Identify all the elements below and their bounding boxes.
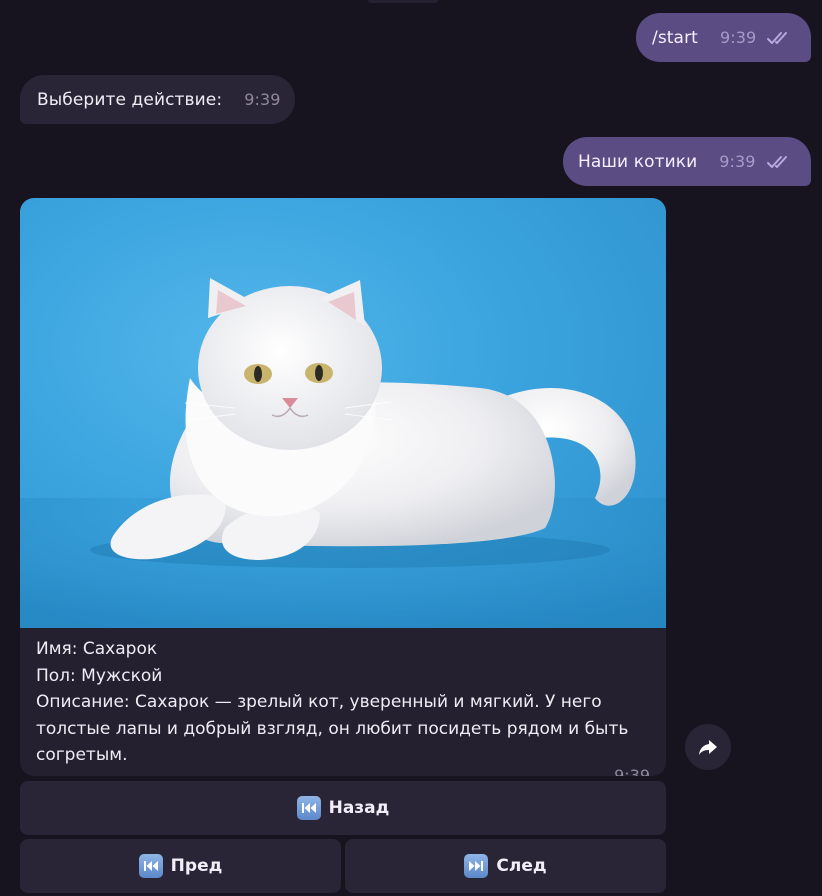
- message-text: Наши котики: [578, 151, 698, 172]
- outgoing-message-our-cats[interactable]: Наши котики 9:39: [563, 137, 811, 186]
- outgoing-message-start[interactable]: /start 9:39: [636, 13, 811, 62]
- message-text: /start: [652, 27, 698, 48]
- chat-window: /start 9:39 Выберите действие: 9:39 Наши…: [0, 0, 822, 896]
- rewind-icon: [138, 854, 163, 878]
- photo-message[interactable]: Имя: Сахарок Пол: Мужской Описание: Саха…: [20, 198, 666, 776]
- message-time: 9:39: [244, 90, 281, 109]
- share-button[interactable]: [685, 724, 731, 770]
- message-time: 9:39: [719, 28, 757, 47]
- back-button-label: Назад: [328, 798, 390, 818]
- back-button[interactable]: Назад: [20, 781, 666, 835]
- caption-description-line: толстые лапы и добрый взгляд, он любит п…: [36, 718, 629, 739]
- rewind-icon: [296, 796, 321, 820]
- next-button-label: След: [496, 856, 547, 876]
- read-double-check-icon: [766, 30, 794, 46]
- incoming-message-choose-action[interactable]: Выберите действие: 9:39: [20, 75, 295, 124]
- message-text: Выберите действие:: [37, 89, 223, 110]
- next-button[interactable]: След: [345, 839, 666, 893]
- photo-caption: Имя: Сахарок Пол: Мужской Описание: Саха…: [20, 628, 666, 776]
- prev-button[interactable]: Пред: [20, 839, 341, 893]
- previous-message-edge: [368, 0, 438, 3]
- caption-description-line: Описание: Сахарок — зрелый кот, уверенны…: [36, 692, 602, 712]
- share-arrow-icon: [699, 740, 717, 755]
- message-time: 9:39: [614, 765, 650, 777]
- fast-forward-icon: [464, 854, 489, 878]
- read-double-check-icon: [766, 154, 794, 170]
- caption-name-line: Имя: Сахарок: [36, 639, 158, 659]
- caption-gender-line: Пол: Мужской: [36, 665, 163, 686]
- prev-button-label: Пред: [170, 856, 223, 876]
- white-cat-photo[interactable]: [20, 198, 666, 628]
- message-time: 9:39: [719, 152, 756, 171]
